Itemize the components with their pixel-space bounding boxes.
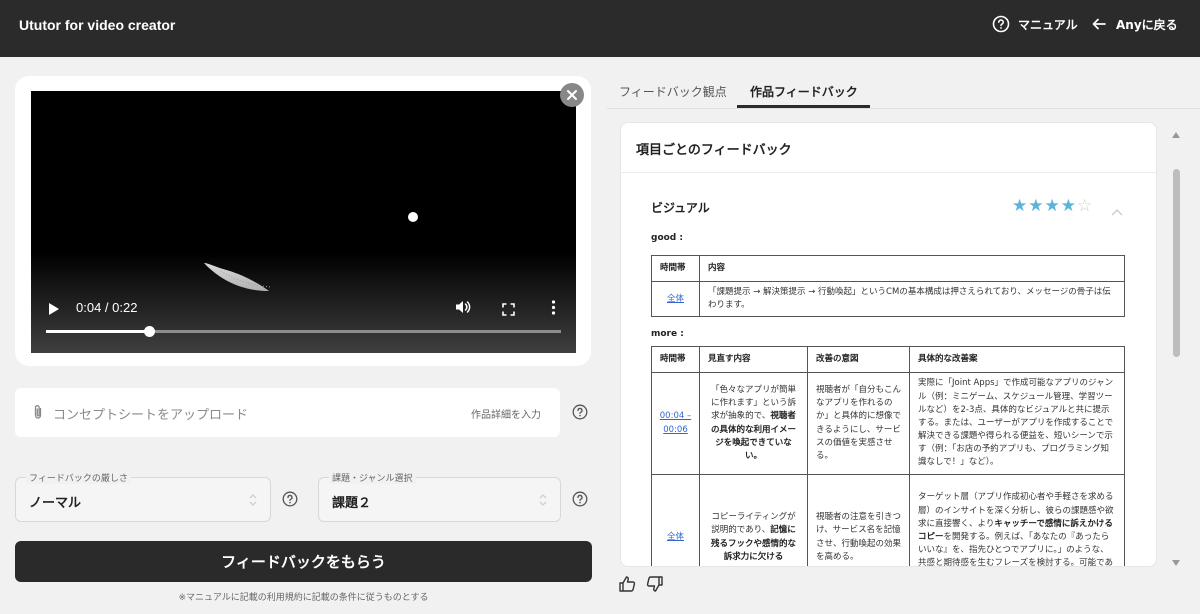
column-header: 見直す内容 <box>699 346 808 373</box>
more-vertical-icon <box>551 300 556 319</box>
column-header: 時間帯 <box>651 346 700 373</box>
scroll-down-arrow[interactable] <box>1171 552 1181 571</box>
table-header-row: 時間帯 内容 <box>651 255 1125 282</box>
content-cell: 「課題提示 → 解決策提示 → 行動喚起」というCMの基本構成は押さえられており… <box>699 280 1125 318</box>
more-label: more : <box>651 329 684 339</box>
issue-cell: コピーライティングが説明的であり、記憶に残るフックや感情的な訴求力に欠ける <box>699 474 808 566</box>
video-time-display: 0:04 / 0:22 <box>76 300 138 315</box>
strictness-help-icon[interactable] <box>282 491 298 511</box>
time-cell: 00:04 – 00:06 <box>651 372 700 475</box>
active-tab-indicator <box>737 105 870 108</box>
manual-label: マニュアル <box>1018 17 1078 32</box>
card-divider <box>621 172 1156 173</box>
intent-cell: 視聴者の注意を引きつけ、サービス名を記憶させ、行動喚起の効果を高める。 <box>807 474 910 566</box>
table-row: 00:04 – 00:06 「色々なアプリが簡単に作れます」という訴求が抽象的で… <box>651 372 1125 475</box>
video-progress-bar[interactable] <box>46 326 561 337</box>
time-link[interactable]: 全体 <box>667 532 684 542</box>
time-link[interactable]: 00:04 – 00:06 <box>660 411 691 434</box>
terms-disclaimer: ※マニュアルに記載の利用規約に記載の条件に従うものとする <box>178 593 429 603</box>
select-arrows-icon <box>248 492 258 511</box>
star-rating: ★ ★ ★ ★ ☆ <box>1012 197 1092 215</box>
suggestion-cell: 実際に「Joint Apps」で作成可能なアプリのジャンル（例：ミニゲーム、スケ… <box>909 372 1125 475</box>
play-button[interactable] <box>48 301 60 320</box>
star-empty-icon: ☆ <box>1077 196 1093 216</box>
table-row: 全体 コピーライティングが説明的であり、記憶に残るフックや感情的な訴求力に欠ける… <box>651 474 1125 567</box>
thumbs-down-icon <box>646 576 664 597</box>
suggestion-text: を開発する。例えば、「あなたの『あったらいいな』を、指先ひとつでアプリに。」のよ… <box>918 531 1113 567</box>
upload-help-icon[interactable] <box>572 404 588 424</box>
chevron-up-icon[interactable] <box>1111 201 1123 220</box>
question-circle-icon <box>992 15 1010 33</box>
play-icon <box>48 301 60 320</box>
concept-sheet-upload[interactable]: コンセプトシートをアップロード 作品詳細を入力 <box>15 388 560 437</box>
progress-fill <box>46 330 149 333</box>
thumbs-up-button[interactable] <box>618 575 636 597</box>
fullscreen-button[interactable] <box>502 301 515 320</box>
app-header: Ututor for video creator マニュアル Anyに戻る <box>0 0 1200 57</box>
volume-icon <box>455 300 472 319</box>
star-filled-icon: ★ <box>1044 196 1060 216</box>
table-header-row: 時間帯 見直す内容 改善の意図 具体的な改善案 <box>651 346 1125 373</box>
column-header: 改善の意図 <box>807 346 910 373</box>
manual-link[interactable]: マニュアル <box>992 15 1078 33</box>
arrow-left-icon <box>1090 15 1108 33</box>
good-label: good : <box>651 233 683 243</box>
thumbs-down-button[interactable] <box>646 575 664 597</box>
suggestion-cell: ターゲット層（アプリ作成初心者や手軽さを求める層）のインサイトを深く分析し、彼ら… <box>909 474 1125 567</box>
star-filled-icon: ★ <box>1012 196 1028 216</box>
scrollbar-thumb[interactable] <box>1173 169 1180 357</box>
feedback-strictness-label: フィードバックの厳しさ <box>26 471 131 484</box>
close-video-button[interactable] <box>560 83 584 107</box>
upload-label: コンセプトシートをアップロード <box>53 408 249 423</box>
intent-cell: 視聴者が「自分もこんなアプリを作れるのか」と具体的に想像できるようにし、サービス… <box>807 372 910 475</box>
select-arrows-icon <box>538 492 548 511</box>
time-link[interactable]: 全体 <box>667 294 684 304</box>
more-options-button[interactable] <box>551 300 556 319</box>
work-detail-link[interactable]: 作品詳細を入力 <box>471 406 541 421</box>
task-genre-select[interactable]: 課題・ジャンル選択 課題２ <box>318 471 561 522</box>
star-filled-icon: ★ <box>1028 196 1044 216</box>
volume-button[interactable] <box>455 299 472 319</box>
feedback-strictness-value: ノーマル <box>29 496 82 511</box>
more-feedback-table: 時間帯 見直す内容 改善の意図 具体的な改善案 00:04 – 00:06 「色… <box>651 346 1125 567</box>
fullscreen-icon <box>502 301 515 320</box>
column-header: 内容 <box>699 255 1125 282</box>
section-title: ビジュアル <box>651 201 710 215</box>
feedback-card-title: 項目ごとのフィードバック <box>636 143 792 158</box>
task-genre-value: 課題２ <box>332 496 372 511</box>
close-icon <box>560 83 584 111</box>
thumbs-up-icon <box>618 576 636 597</box>
time-cell: 全体 <box>651 474 700 566</box>
star-filled-icon: ★ <box>1060 196 1076 216</box>
tab-work-feedback[interactable]: 作品フィードバック <box>750 83 858 100</box>
time-cell: 全体 <box>651 280 700 318</box>
task-genre-label: 課題・ジャンル選択 <box>329 471 416 484</box>
app-title: Ututor for video creator <box>19 17 176 33</box>
column-header: 時間帯 <box>651 255 700 282</box>
task-help-icon[interactable] <box>572 491 588 511</box>
feedback-strictness-select[interactable]: フィードバックの厳しさ ノーマル <box>15 471 271 522</box>
tabs-divider <box>607 108 1200 109</box>
progress-thumb[interactable] <box>144 326 155 337</box>
column-header: 具体的な改善案 <box>909 346 1125 373</box>
paperclip-icon <box>32 404 44 425</box>
back-to-any-link[interactable]: Anyに戻る <box>1090 15 1178 33</box>
scroll-up-arrow[interactable] <box>1171 124 1181 143</box>
table-row: 全体 「課題提示 → 解決策提示 → 行動喚起」というCMの基本構成は押さえられ… <box>651 280 1125 318</box>
get-feedback-button[interactable]: フィードバックをもらう <box>15 541 592 582</box>
issue-cell: 「色々なアプリが簡単に作れます」という訴求が抽象的で、視聴者の具体的な利用イメー… <box>699 372 808 475</box>
back-label: Anyに戻る <box>1116 17 1178 32</box>
good-feedback-table: 時間帯 内容 全体 「課題提示 → 解決策提示 → 行動喚起」というCMの基本構… <box>651 255 1125 318</box>
feedback-card: 項目ごとのフィードバック ビジュアル ★ ★ ★ ★ ☆ good : 時間帯 内容 全… <box>620 122 1157 567</box>
tab-feedback-viewpoint[interactable]: フィードバック観点 <box>619 83 727 100</box>
